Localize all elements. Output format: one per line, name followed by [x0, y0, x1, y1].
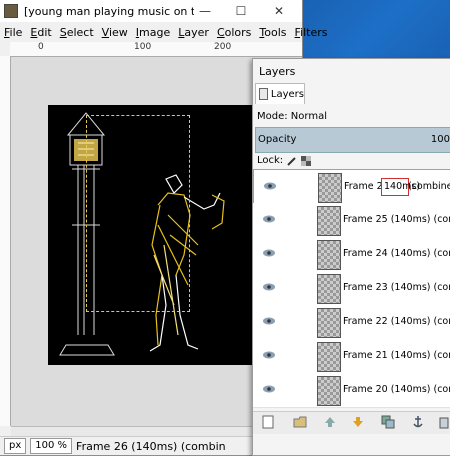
layer-name: Frame 25 (140ms) (combine)	[343, 214, 450, 225]
menu-edit[interactable]: Edit	[26, 26, 55, 39]
lock-label: Lock:	[257, 155, 284, 166]
close-button[interactable]: ✕	[262, 0, 296, 22]
layers-list[interactable]: Frame 26 140ms) (combine) Frame 25 (140m…	[253, 169, 450, 411]
menu-select[interactable]: Select	[56, 26, 98, 39]
layer-name: Frame 23 (140ms) (combine)	[343, 282, 450, 293]
visibility-eye-icon[interactable]	[263, 283, 275, 291]
menu-layer[interactable]: Layer	[174, 26, 213, 39]
layer-row[interactable]: Frame 25 (140ms) (combine)	[253, 203, 450, 238]
tab-layers[interactable]: Layers	[255, 83, 305, 104]
layer-thumbnail	[317, 308, 341, 338]
layer-row-frame-26[interactable]: Frame 26 140ms) (combine)	[253, 169, 450, 205]
window-title: [young man playing music on the S...	[24, 4, 194, 18]
menu-filters[interactable]: Filters	[291, 26, 332, 39]
layer-row[interactable]: Frame 20 (140ms) (combine)	[253, 373, 450, 408]
layer-thumbnail	[317, 206, 341, 236]
menu-colors[interactable]: Colors	[213, 26, 255, 39]
horizontal-ruler[interactable]: 0 100 200	[10, 42, 302, 57]
raise-layer-icon[interactable]	[323, 415, 337, 429]
layer-thumbnail	[317, 274, 341, 304]
status-message: Frame 26 (140ms) (combine) ...	[76, 439, 226, 453]
menu-tools[interactable]: Tools	[255, 26, 290, 39]
lower-layer-icon[interactable]	[351, 415, 365, 429]
anchor-layer-icon[interactable]	[411, 415, 425, 429]
layer-name: Frame 22 (140ms) (combine)	[343, 316, 450, 327]
layer-name: Frame 24 (140ms) (combine)	[343, 248, 450, 259]
layer-row[interactable]: Frame 23 (140ms) (combine)	[253, 271, 450, 306]
visibility-eye-icon[interactable]	[264, 182, 276, 190]
delete-layer-icon[interactable]	[437, 415, 450, 429]
maximize-button[interactable]: ☐	[224, 0, 258, 22]
zoom-selector[interactable]: 100 %	[30, 438, 73, 454]
minimize-button[interactable]: —	[188, 0, 222, 22]
lock-row: Lock:	[257, 155, 312, 166]
layer-thumbnail	[317, 240, 341, 270]
opacity-label: Opacity	[258, 134, 297, 145]
layer-name-suffix: (combine)	[408, 181, 450, 192]
ruler-label-100: 100	[134, 42, 152, 52]
visibility-eye-icon[interactable]	[263, 317, 275, 325]
new-layer-icon[interactable]	[261, 415, 275, 429]
menu-view[interactable]: View	[98, 26, 132, 39]
menu-file[interactable]: File	[0, 26, 26, 39]
layer-thumbnail	[317, 342, 341, 372]
layer-thumbnail	[318, 173, 342, 203]
unit-selector[interactable]: px	[4, 438, 27, 454]
mode-selector[interactable]: Mode: Normal	[257, 111, 327, 122]
layers-dock: Layers Layers Mode: Normal Opacity 100 L…	[252, 58, 450, 456]
layers-icon	[259, 88, 268, 100]
opacity-value: 100	[430, 134, 450, 145]
layer-name-edit-field[interactable]: 140ms)	[381, 178, 420, 196]
tab-layers-label: Layers	[270, 88, 304, 100]
title-bar: [young man playing music on the S... — ☐…	[0, 0, 302, 22]
layer-name: Frame 20 (140ms) (combine)	[343, 384, 450, 395]
vertical-ruler[interactable]	[0, 56, 11, 426]
lock-alpha-icon[interactable]	[301, 155, 312, 166]
layer-name: Frame 21 (140ms) (combine)	[343, 350, 450, 361]
gimp-app-icon	[4, 4, 18, 18]
layer-row[interactable]: Frame 21 (140ms) (combine)	[253, 339, 450, 374]
new-layer-group-icon[interactable]	[293, 415, 307, 429]
menu-bar: File Edit Select View Image Layer Colors…	[0, 22, 328, 42]
layer-row[interactable]: Frame 24 (140ms) (combine)	[253, 237, 450, 272]
duplicate-layer-icon[interactable]	[381, 415, 395, 429]
menu-image[interactable]: Image	[132, 26, 174, 39]
layer-thumbnail	[317, 376, 341, 406]
selection-marquee[interactable]	[86, 115, 190, 312]
opacity-slider[interactable]: Opacity 100	[255, 127, 450, 153]
ruler-label-200: 200	[214, 42, 232, 52]
lock-pixels-icon[interactable]	[287, 156, 297, 166]
ruler-label-0: 0	[38, 42, 44, 52]
visibility-eye-icon[interactable]	[263, 385, 275, 393]
dock-title: Layers	[259, 65, 296, 78]
visibility-eye-icon[interactable]	[263, 351, 275, 359]
layer-row[interactable]: Frame 22 (140ms) (combine)	[253, 305, 450, 340]
visibility-eye-icon[interactable]	[263, 249, 275, 257]
visibility-eye-icon[interactable]	[263, 215, 275, 223]
layer-toolbar	[253, 411, 450, 434]
